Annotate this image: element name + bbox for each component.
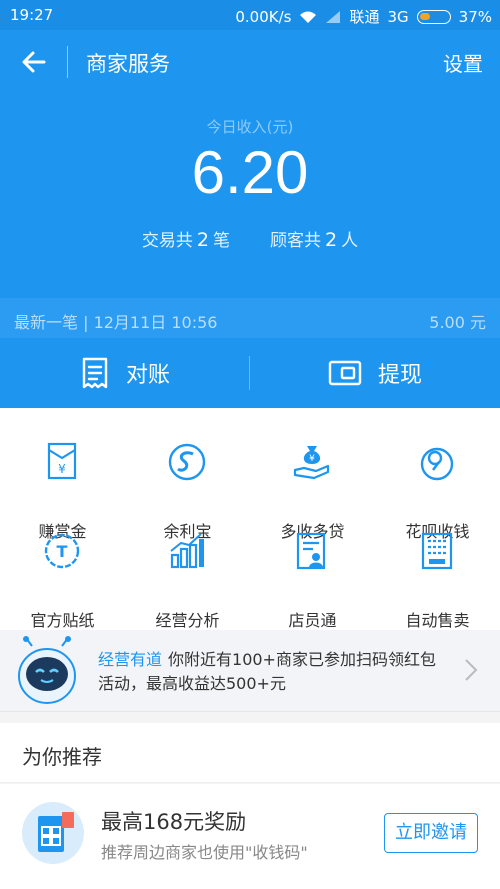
sticker-badge-icon: T [44, 533, 80, 569]
recommend-subtitle: 推荐周边商家也使用"收钱码" [101, 843, 308, 862]
divider [67, 46, 68, 78]
service-analysis[interactable]: 经营分析 [125, 531, 250, 630]
huabei-icon [420, 447, 454, 481]
page-title: 商家服务 [86, 52, 170, 76]
battery-icon [416, 9, 451, 24]
reconcile-label: 对账 [125, 363, 170, 388]
withdraw-label: 提现 [377, 363, 422, 388]
service-huabei[interactable]: 花呗收钱 [375, 442, 500, 541]
latest-transaction[interactable]: 最新一笔 | 12月11日 10:56 5.00 元 [0, 298, 500, 338]
transactions-stat: 交易共 2 笔 [141, 229, 230, 251]
qr-promo-icon [22, 802, 84, 864]
income-amount: 6.20 [191, 139, 309, 206]
recommend-title: 最高168元奖励 [101, 810, 247, 834]
network-type: 3G [387, 7, 409, 26]
latest-label: 最新一笔 | 12月11日 10:56 [14, 313, 218, 332]
recommend-item[interactable]: 最高168元奖励 推荐周边商家也使用"收钱码" 立即邀请 [0, 784, 500, 889]
service-duoshouduodai[interactable]: ¥ 多收多贷 [250, 442, 375, 541]
network-speed: 0.00K/s [235, 7, 292, 26]
arrow-left-icon[interactable] [18, 46, 50, 78]
service-zhuanshangjin[interactable]: ¥ 赚赏金 [0, 442, 125, 541]
recommend-section-header: 为你推荐 [0, 723, 500, 783]
summary-stats: 交易共 2 笔 顾客共 2 人 [0, 226, 500, 251]
wifi-icon [300, 11, 317, 23]
svg-text:¥: ¥ [58, 462, 66, 476]
red-envelope-icon: ¥ [47, 442, 77, 480]
service-label: 经营分析 [155, 611, 220, 630]
vending-machine-icon [421, 532, 453, 570]
battery-percent: 37% [458, 7, 492, 26]
bar-chart-icon [170, 533, 204, 569]
yulibao-icon [168, 443, 206, 481]
svg-text:T: T [57, 542, 68, 561]
status-right: 0.00K/s 联通 3G 37% [235, 6, 492, 27]
recommend-heading: 为你推荐 [22, 745, 102, 769]
banner-text: 经营有道 你附近有100+商家已参加扫码领红包活动，最高收益达500+元 [98, 648, 450, 696]
income-label: 今日收入(元) [206, 118, 294, 136]
app-bar: 商家服务 设置 [0, 30, 500, 94]
tips-banner[interactable]: 经营有道 你附近有100+商家已参加扫码领红包活动，最高收益达500+元 [0, 630, 500, 712]
svg-text:¥: ¥ [309, 454, 315, 464]
latest-amount: 5.00 元 [429, 313, 486, 332]
withdraw-button[interactable]: 提现 [250, 338, 500, 408]
service-vending[interactable]: 自动售卖 [375, 531, 500, 630]
action-bar: 对账 提现 [0, 338, 500, 408]
services-grid: ¥ 赚赏金 余利宝 ¥ 多收多贷 花呗收钱 T 官方贴纸 经营分析 店员通 自动… [0, 408, 500, 630]
status-bar: 19:27 0.00K/s 联通 3G 37% [0, 0, 500, 30]
service-label: 官方贴纸 [30, 611, 95, 630]
service-label: 自动售卖 [405, 611, 470, 630]
staff-card-icon [296, 532, 326, 570]
receipt-icon [82, 357, 108, 389]
income-summary: 今日收入(元) 6.20 交易共 2 笔 顾客共 2 人 [0, 94, 500, 298]
service-sticker[interactable]: T 官方贴纸 [0, 531, 125, 630]
invite-button[interactable]: 立即邀请 [384, 813, 478, 853]
status-time: 19:27 [10, 6, 54, 24]
carrier-name: 联通 [349, 8, 380, 26]
settings-button[interactable]: 设置 [443, 48, 483, 77]
signal-icon [326, 10, 341, 23]
service-yulibao[interactable]: 余利宝 [125, 442, 250, 541]
money-bag-hand-icon: ¥ [293, 446, 330, 480]
robot-mascot-icon [18, 636, 76, 704]
customers-stat: 顾客共 2 人 [270, 229, 359, 251]
reconcile-button[interactable]: 对账 [0, 338, 250, 408]
service-staff[interactable]: 店员通 [250, 531, 375, 630]
wallet-icon [328, 360, 362, 386]
banner-highlight: 经营有道 [98, 650, 163, 669]
chevron-right-icon [465, 659, 478, 681]
service-label: 店员通 [288, 611, 337, 630]
